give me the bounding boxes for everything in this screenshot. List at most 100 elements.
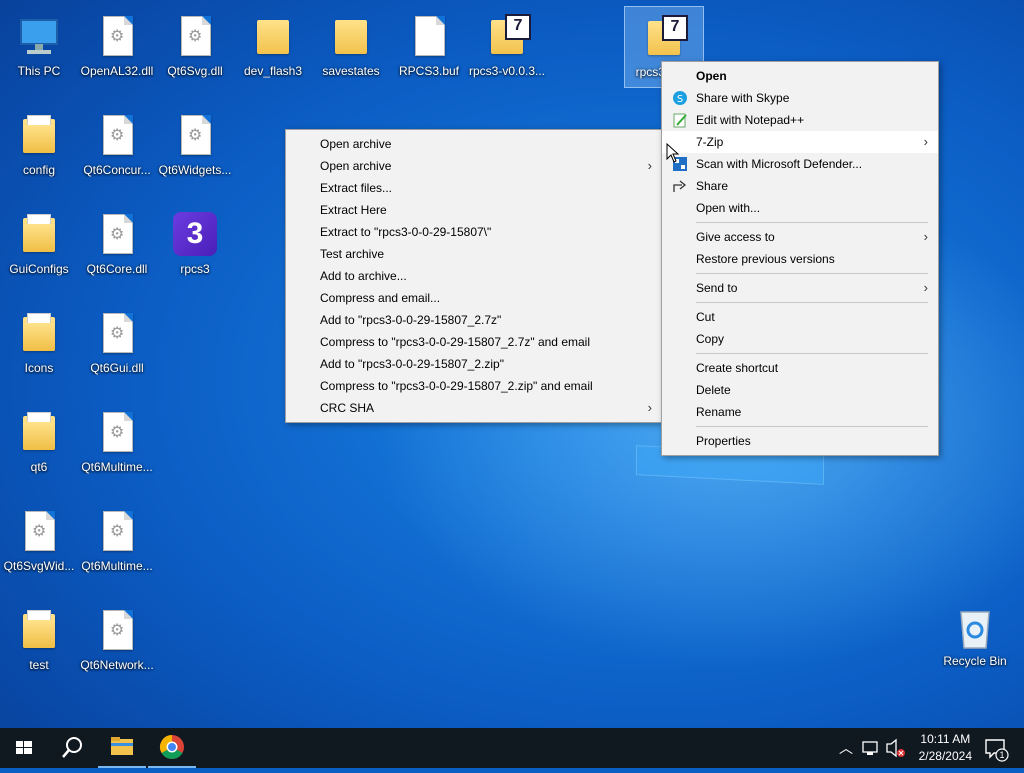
desktop-icon-openal32[interactable]: ⚙ OpenAL32.dll <box>78 6 156 98</box>
icon-label: RPCS3.buf <box>398 64 460 78</box>
menu-item-compress-and-email[interactable]: Compress and email... <box>286 287 662 309</box>
desktop-icon-rpcs3-buf[interactable]: RPCS3.buf <box>390 6 468 98</box>
blank-file-icon <box>405 14 453 62</box>
action-center-button[interactable]: 1 <box>978 728 1018 768</box>
icon-label: dev_flash3 <box>243 64 303 78</box>
desktop-icon-guiconfigs[interactable]: GuiConfigs <box>0 204 78 296</box>
menu-item-scan-defender[interactable]: Scan with Microsoft Defender... <box>662 153 938 175</box>
taskbar: ︿ 10:11 AM 2/28/2024 1 <box>0 728 1024 768</box>
chrome-icon <box>159 735 184 760</box>
start-button[interactable] <box>0 728 48 768</box>
clock-time: 10:11 AM <box>920 732 971 746</box>
desktop-icon-dev-flash3[interactable]: dev_flash3 <box>234 6 312 98</box>
icon-label: Qt6Network... <box>80 658 154 672</box>
desktop-icon-rpcs3[interactable]: 3 rpcs3 <box>156 204 234 296</box>
mouse-cursor-icon <box>666 143 680 163</box>
network-tray[interactable] <box>860 728 882 768</box>
icon-label: config <box>22 163 56 177</box>
desktop-icon-config[interactable]: config <box>0 105 78 197</box>
desktop-icon-recycle-bin[interactable]: Recycle Bin <box>936 596 1014 688</box>
folder-icon <box>15 410 63 458</box>
show-hidden-icons[interactable]: ︿ <box>836 728 856 768</box>
menu-item-open-archive-submenu[interactable]: Open archive › <box>286 155 662 177</box>
chevron-right-icon: › <box>647 400 652 415</box>
desktop-icon-qt6multime-1[interactable]: ⚙ Qt6Multime... <box>78 402 156 494</box>
menu-separator <box>696 353 928 354</box>
desktop-icon-qt6gui[interactable]: ⚙ Qt6Gui.dll <box>78 303 156 395</box>
dll-file-icon: ⚙ <box>93 14 141 62</box>
desktop-icon-this-pc[interactable]: This PC <box>0 6 78 98</box>
desktop-icon-qt6concur[interactable]: ⚙ Qt6Concur... <box>78 105 156 197</box>
desktop-icon-icons[interactable]: Icons <box>0 303 78 395</box>
share-icon <box>672 178 688 194</box>
icon-label: This PC <box>17 64 61 78</box>
folder-icon <box>327 14 375 62</box>
notification-count: 1 <box>999 750 1005 760</box>
svg-text:S: S <box>677 94 683 105</box>
menu-item-cut[interactable]: Cut <box>662 306 938 328</box>
menu-item-compress-zip-email[interactable]: Compress to "rpcs3-0-0-29-15807_2.zip" a… <box>286 375 662 397</box>
taskbar-chrome[interactable] <box>148 728 196 768</box>
desktop-icon-qt6multime-2[interactable]: ⚙ Qt6Multime... <box>78 501 156 593</box>
menu-item-extract-files[interactable]: Extract files... <box>286 177 662 199</box>
dll-file-icon: ⚙ <box>93 509 141 557</box>
icon-label: Qt6Gui.dll <box>90 361 144 375</box>
dll-file-icon: ⚙ <box>15 509 63 557</box>
icon-label: Qt6Concur... <box>83 163 151 177</box>
menu-item-add-to-archive[interactable]: Add to archive... <box>286 265 662 287</box>
desktop-icon-qt6widgets[interactable]: ⚙ Qt6Widgets... <box>156 105 234 197</box>
menu-item-copy[interactable]: Copy <box>662 328 938 350</box>
taskbar-clock[interactable]: 10:11 AM 2/28/2024 <box>919 731 972 765</box>
menu-item-give-access[interactable]: Give access to › <box>662 226 938 248</box>
icon-label: savestates <box>322 64 380 78</box>
menu-item-restore-versions[interactable]: Restore previous versions <box>662 248 938 270</box>
icon-label: rpcs3 <box>180 262 210 276</box>
desktop-icon-qt6svg[interactable]: ⚙ Qt6Svg.dll <box>156 6 234 98</box>
desktop-icon-qt6svgwid[interactable]: ⚙ Qt6SvgWid... <box>0 501 78 593</box>
search-button[interactable] <box>48 728 96 768</box>
desktop-icon-qt6[interactable]: qt6 <box>0 402 78 494</box>
folder-icon <box>249 14 297 62</box>
icon-label: Qt6Multime... <box>81 559 153 573</box>
menu-item-test-archive[interactable]: Test archive <box>286 243 662 265</box>
desktop-icon-rpcs3-archive-1[interactable]: 7 rpcs3-v0.0.3... <box>468 6 546 98</box>
volume-tray[interactable] <box>884 728 908 768</box>
menu-item-add-to-zip[interactable]: Add to "rpcs3-0-0-29-15807_2.zip" <box>286 353 662 375</box>
computer-icon <box>15 14 63 62</box>
desktop-icon-qt6core[interactable]: ⚙ Qt6Core.dll <box>78 204 156 296</box>
menu-item-open[interactable]: Open <box>662 65 938 87</box>
chevron-right-icon: › <box>923 229 928 244</box>
menu-item-create-shortcut[interactable]: Create shortcut <box>662 357 938 379</box>
taskbar-file-explorer[interactable] <box>98 728 146 768</box>
dll-file-icon: ⚙ <box>93 311 141 359</box>
menu-item-open-archive[interactable]: Open archive <box>286 133 662 155</box>
menu-separator <box>696 273 928 274</box>
menu-item-share-skype[interactable]: S Share with Skype <box>662 87 938 109</box>
menu-item-send-to[interactable]: Send to › <box>662 277 938 299</box>
rpcs3-app-icon: 3 <box>171 212 219 260</box>
menu-item-rename[interactable]: Rename <box>662 401 938 423</box>
folder-icon <box>15 212 63 260</box>
menu-item-open-with[interactable]: Open with... <box>662 197 938 219</box>
skype-icon: S <box>672 90 688 106</box>
menu-item-properties[interactable]: Properties <box>662 430 938 452</box>
menu-item-crc-sha[interactable]: CRC SHA › <box>286 397 662 419</box>
menu-item-edit-notepadpp[interactable]: Edit with Notepad++ <box>662 109 938 131</box>
menu-item-extract-here[interactable]: Extract Here <box>286 199 662 221</box>
menu-item-compress-7z-email[interactable]: Compress to "rpcs3-0-0-29-15807_2.7z" an… <box>286 331 662 353</box>
folder-icon <box>15 113 63 161</box>
desktop-icon-savestates[interactable]: savestates <box>312 6 390 98</box>
clock-date: 2/28/2024 <box>918 749 972 763</box>
menu-item-extract-to[interactable]: Extract to "rpcs3-0-0-29-15807\" <box>286 221 662 243</box>
menu-item-delete[interactable]: Delete <box>662 379 938 401</box>
menu-item-7zip[interactable]: 7-Zip › <box>662 131 938 153</box>
menu-item-add-to-7z[interactable]: Add to "rpcs3-0-0-29-15807_2.7z" <box>286 309 662 331</box>
chevron-right-icon: › <box>647 158 652 173</box>
icon-label: OpenAL32.dll <box>80 64 154 78</box>
menu-item-share[interactable]: Share <box>662 175 938 197</box>
chevron-up-icon: ︿ <box>839 740 853 756</box>
desktop-icon-qt6network[interactable]: ⚙ Qt6Network... <box>78 600 156 692</box>
desktop-icon-test[interactable]: test <box>0 600 78 692</box>
chevron-right-icon: › <box>923 134 928 149</box>
volume-muted-icon <box>886 738 905 758</box>
